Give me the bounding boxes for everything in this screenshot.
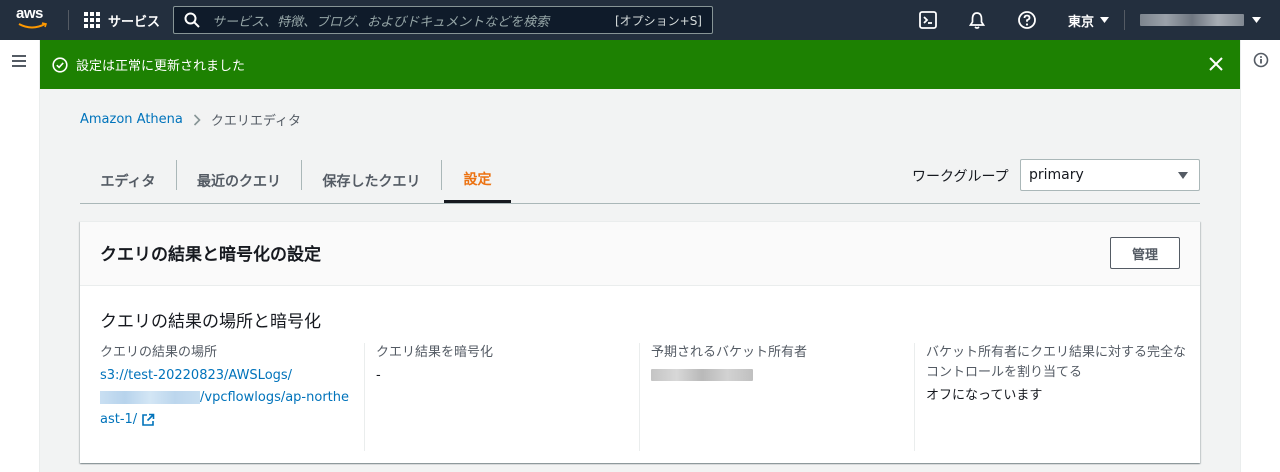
control-label: バケット所有者にクエリ結果に対する完全なコントロールを割り当てる	[926, 345, 1187, 380]
account-menu[interactable]	[1140, 0, 1261, 40]
search-shortcut: [オプション+S]	[614, 13, 702, 28]
caret-down-icon	[1178, 172, 1188, 179]
control-value: オフになっています	[926, 388, 1043, 403]
breadcrumb-link-athena[interactable]: Amazon Athena	[80, 112, 183, 127]
column-divider	[914, 343, 915, 451]
info-icon[interactable]	[1253, 52, 1269, 68]
settings-container: クエリの結果と暗号化の設定 管理 クエリの結果の場所と暗号化 クエリの結果の場所…	[80, 221, 1200, 463]
region-label: 東京	[1068, 14, 1095, 30]
control-column: バケット所有者にクエリ結果に対する完全なコントロールを割り当てる オフになってい…	[926, 343, 1186, 453]
redacted-owner-value	[651, 369, 753, 381]
left-navigation-rail	[0, 40, 40, 472]
workgroup-label: ワークグループ	[912, 169, 1009, 185]
success-check-icon	[52, 56, 68, 73]
chevron-right-icon	[193, 113, 201, 126]
services-label: サービス	[108, 14, 161, 30]
right-tools-rail	[1240, 40, 1280, 472]
menu-hamburger-icon[interactable]	[12, 55, 26, 67]
top-navigation: aws サービス サービス、特徴、ブログ、およびドキュメントなどを検索 [オプシ…	[0, 0, 1280, 40]
nav-divider	[68, 10, 69, 30]
encrypt-label: クエリ結果を暗号化	[376, 345, 494, 360]
location-prefix: s3://test-20220823/AWSLogs/	[100, 368, 293, 383]
owner-column: 予期されるバケット所有者	[651, 343, 901, 453]
tab-saved-queries[interactable]: 保存したクエリ	[302, 158, 441, 203]
encrypt-column: クエリ結果を暗号化 -	[376, 343, 626, 453]
aws-logo-text: aws	[16, 5, 43, 22]
tab-editor[interactable]: エディタ	[80, 158, 176, 203]
caret-down-icon	[1100, 17, 1110, 23]
container-title: クエリの結果と暗号化の設定	[100, 245, 321, 265]
external-link-icon	[142, 413, 155, 426]
section-subtitle: クエリの結果の場所と暗号化	[100, 312, 321, 332]
redacted-account-name	[1140, 14, 1244, 26]
container-header: クエリの結果と暗号化の設定 管理	[80, 222, 1200, 286]
region-selector[interactable]: 東京	[1068, 0, 1110, 40]
breadcrumb-current: クエリエディタ	[210, 114, 301, 129]
cloudshell-icon[interactable]	[918, 10, 938, 30]
help-icon[interactable]	[1017, 10, 1037, 30]
owner-label: 予期されるバケット所有者	[651, 345, 808, 360]
search-icon	[184, 12, 200, 28]
nav-divider	[1124, 10, 1125, 30]
aws-logo[interactable]: aws	[16, 6, 52, 34]
search-placeholder: サービス、特徴、ブログ、およびドキュメントなどを検索	[212, 14, 550, 30]
manage-button[interactable]: 管理	[1110, 237, 1180, 269]
caret-down-icon	[1252, 17, 1261, 23]
grid-icon	[84, 12, 100, 28]
redacted-account-id	[100, 391, 200, 404]
encrypt-value: -	[376, 368, 381, 383]
location-label: クエリの結果の場所	[100, 345, 218, 360]
tab-divider	[441, 160, 442, 190]
breadcrumb: Amazon Athena クエリエディタ	[80, 110, 301, 129]
workgroup-value: primary	[1029, 167, 1084, 183]
workgroup-select[interactable]: primary	[1020, 159, 1200, 191]
column-divider	[639, 343, 640, 451]
tab-recent-queries[interactable]: 最近のクエリ	[177, 158, 301, 203]
flash-message: 設定は正常に更新されました	[76, 59, 246, 74]
column-divider	[364, 343, 365, 451]
services-menu-button[interactable]: サービス	[84, 0, 160, 40]
success-flash-banner: 設定は正常に更新されました	[40, 40, 1240, 89]
location-column: クエリの結果の場所 s3://test-20220823/AWSLogs//vp…	[100, 343, 350, 453]
location-link[interactable]: s3://test-20220823/AWSLogs//vpcflowlogs/…	[100, 365, 350, 431]
notifications-bell-icon[interactable]	[967, 10, 987, 30]
close-icon[interactable]	[1208, 56, 1224, 72]
aws-smile-icon	[18, 22, 48, 29]
tab-settings[interactable]: 設定	[444, 158, 511, 203]
search-input[interactable]: サービス、特徴、ブログ、およびドキュメントなどを検索 [オプション+S]	[173, 6, 713, 34]
